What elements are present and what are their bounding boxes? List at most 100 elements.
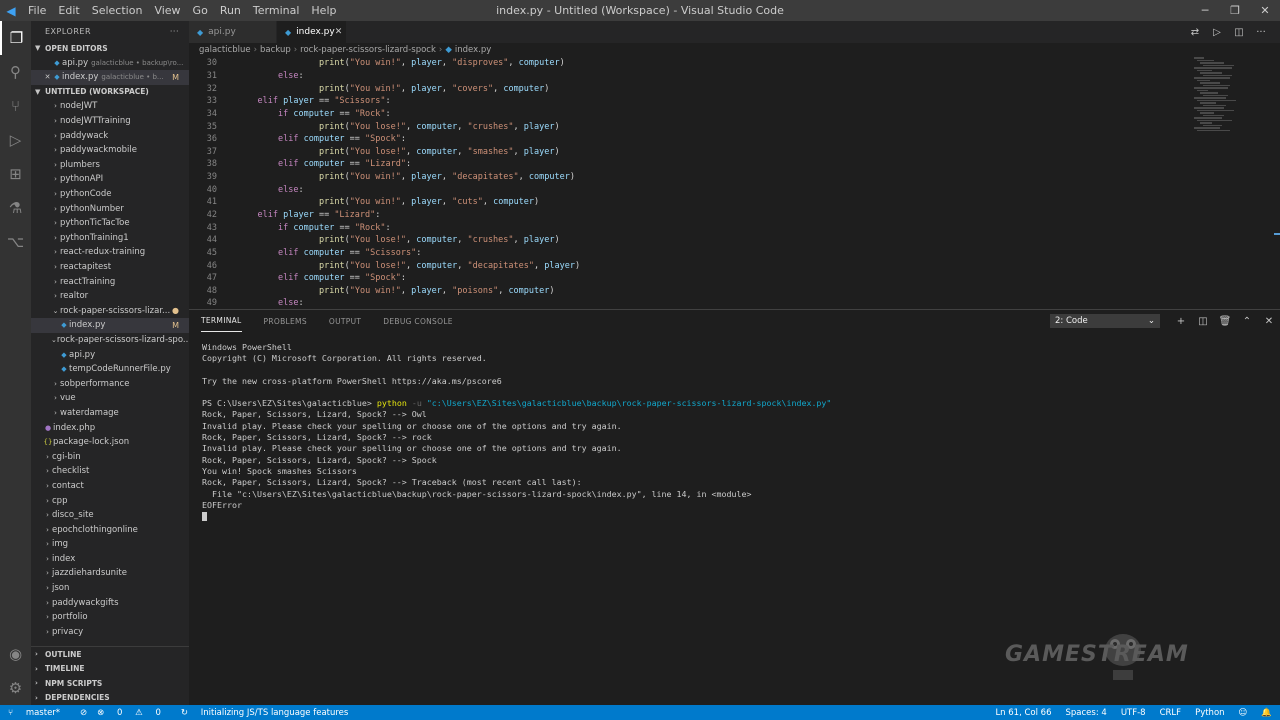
code-line[interactable]: 36 elif computer == "Spock": [189,133,1280,146]
panel-tab-terminal[interactable]: TERMINAL [201,310,242,332]
tab-api-py[interactable]: ◆ api.py [189,21,277,43]
code-line[interactable]: 49 else: [189,297,1280,307]
tree-item[interactable]: › paddywackgifts [31,595,189,610]
tree-item[interactable]: › paddywack [31,128,189,143]
close-panel-icon[interactable]: ✕ [1258,316,1280,327]
maximize-panel-icon[interactable]: ⌃ [1236,316,1258,327]
section-outline[interactable]: › OUTLINE [31,647,189,662]
code-line[interactable]: 34 if computer == "Rock": [189,108,1280,121]
maximize-icon[interactable]: ❐ [1220,0,1250,21]
tree-item[interactable]: › jazzdiehardsunite [31,566,189,581]
tree-item[interactable]: › pythonTraining1 [31,231,189,246]
panel-tab-output[interactable]: OUTPUT [329,310,361,332]
end-of-line[interactable]: CRLF [1160,708,1181,718]
notifications-icon[interactable]: 🔔 [1261,708,1272,718]
code-line[interactable]: 46 print("You lose!", computer, "decapita… [189,259,1280,272]
new-terminal-icon[interactable]: + [1170,316,1192,327]
tree-item[interactable]: › img [31,537,189,552]
close-icon[interactable]: ✕ [43,73,52,81]
more-actions-icon[interactable]: ··· [170,27,179,36]
settings-gear-icon[interactable]: ⚙ [0,671,31,705]
panel-tab-problems[interactable]: PROBLEMS [264,310,307,332]
menu-edit[interactable]: Edit [52,0,85,21]
split-terminal-icon[interactable]: ◫ [1192,316,1214,327]
tree-item[interactable]: › paddywackmobile [31,143,189,158]
code-line[interactable]: 39 print("You win!", player, "decapitates… [189,171,1280,184]
section-npm-scripts[interactable]: › NPM SCRIPTS [31,676,189,691]
workspace-section[interactable]: ▼ UNTITLED (WORKSPACE) [31,85,189,100]
tab-index-py[interactable]: ◆ index.py ✕ [277,21,347,43]
run-debug-icon[interactable]: ▷ [0,123,31,157]
tree-item[interactable]: › index [31,552,189,567]
code-line[interactable]: 35 print("You lose!", computer, "crushes"… [189,120,1280,133]
tree-item[interactable]: ◆ tempCodeRunnerFile.py [31,362,189,377]
tree-item[interactable]: › pythonTicTacToe [31,216,189,231]
menu-terminal[interactable]: Terminal [247,0,306,21]
search-icon[interactable]: ⚲ [0,55,31,89]
code-line[interactable]: 33 elif player == "Scissors": [189,95,1280,108]
section-timeline[interactable]: › TIMELINE [31,662,189,677]
breadcrumb-item[interactable]: rock-paper-scissors-lizard-spock [300,45,436,55]
tree-item[interactable]: › pythonAPI [31,172,189,187]
breadcrumb-item[interactable]: galacticblue [199,45,251,55]
menu-go[interactable]: Go [187,0,214,21]
tree-item[interactable]: › reactTraining [31,274,189,289]
split-editor-icon[interactable]: ◫ [1228,27,1250,38]
language-status[interactable]: ↻ Initializing JS/TS language features [181,708,358,718]
tree-item[interactable]: › waterdamage [31,406,189,421]
more-actions-icon[interactable]: ··· [1250,27,1272,38]
remote-icon[interactable]: ⌥ [0,225,31,259]
tree-item[interactable]: ◆ api.py [31,347,189,362]
sync-icon[interactable]: ⊘ [80,708,87,718]
source-control-icon[interactable]: ⑂ [0,89,31,123]
code-line[interactable]: 42 elif player == "Lizard": [189,209,1280,222]
code-line[interactable]: 32 print("You win!", player, "covers", co… [189,82,1280,95]
encoding[interactable]: UTF-8 [1121,708,1146,718]
tree-item[interactable]: › nodeJWTTraining [31,114,189,129]
tree-item[interactable]: › privacy [31,625,189,640]
terminal-output[interactable]: Windows PowerShell Copyright (C) Microsof… [202,341,1272,522]
tree-item[interactable]: › sobperformance [31,376,189,391]
minimap[interactable] [1194,57,1238,147]
section-dependencies[interactable]: › DEPENDENCIES [31,691,189,706]
tree-item[interactable]: › nodeJWT [31,99,189,114]
code-line[interactable]: 38 elif computer == "Lizard": [189,158,1280,171]
code-line[interactable]: 41 print("You win!", player, "cuts", comp… [189,196,1280,209]
code-line[interactable]: 43 if computer == "Rock": [189,221,1280,234]
tree-item[interactable]: › pythonCode [31,187,189,202]
terminal-select[interactable]: 2: Code ⌄ [1050,314,1160,328]
tree-item[interactable]: › cgi-bin [31,449,189,464]
tree-item[interactable]: › contact [31,479,189,494]
code-line[interactable]: 30 print("You win!", player, "disproves",… [189,57,1280,70]
minimize-icon[interactable]: ─ [1190,0,1220,21]
tree-item[interactable]: › portfolio [31,610,189,625]
close-icon[interactable]: ✕ [1250,0,1280,21]
tree-item[interactable]: › react-redux-training [31,245,189,260]
language-mode[interactable]: Python [1195,708,1224,718]
code-editor[interactable]: 30 print("You win!", player, "disproves",… [189,57,1280,307]
open-editor-item[interactable]: ✕ ◆ index.py galacticblue • b... M [31,70,189,85]
tree-item[interactable]: › plumbers [31,158,189,173]
tree-item[interactable]: › vue [31,391,189,406]
breadcrumb-item[interactable]: index.py [455,45,491,55]
menu-selection[interactable]: Selection [86,0,149,21]
code-line[interactable]: 47 elif computer == "Spock": [189,272,1280,285]
tree-item[interactable]: › cpp [31,493,189,508]
tree-item[interactable]: ⌄ rock-paper-scissors-lizar... ● [31,304,189,319]
tree-item[interactable]: › checklist [31,464,189,479]
tree-item[interactable]: › epochclothingonline [31,522,189,537]
tree-item[interactable]: ⌄ rock-paper-scissors-lizard-spo... [31,333,189,348]
tree-item[interactable]: {} package-lock.json [31,435,189,450]
menu-file[interactable]: File [22,0,52,21]
tree-item[interactable]: › json [31,581,189,596]
trash-icon[interactable]: 🗑 [1214,316,1236,327]
problems-indicator[interactable]: ⊗ 0 ⚠ 0 [97,708,171,718]
terminal-prompt-line[interactable] [202,510,1272,521]
open-changes-icon[interactable]: ⇄ [1184,27,1206,38]
code-line[interactable]: 48 print("You win!", player, "poisons", c… [189,285,1280,298]
feedback-icon[interactable]: ☺ [1239,708,1248,718]
tree-item[interactable]: ● index.php [31,420,189,435]
run-file-icon[interactable]: ▷ [1206,27,1228,38]
cursor-position[interactable]: Ln 61, Col 66 [995,708,1051,718]
close-icon[interactable]: ✕ [335,27,343,37]
